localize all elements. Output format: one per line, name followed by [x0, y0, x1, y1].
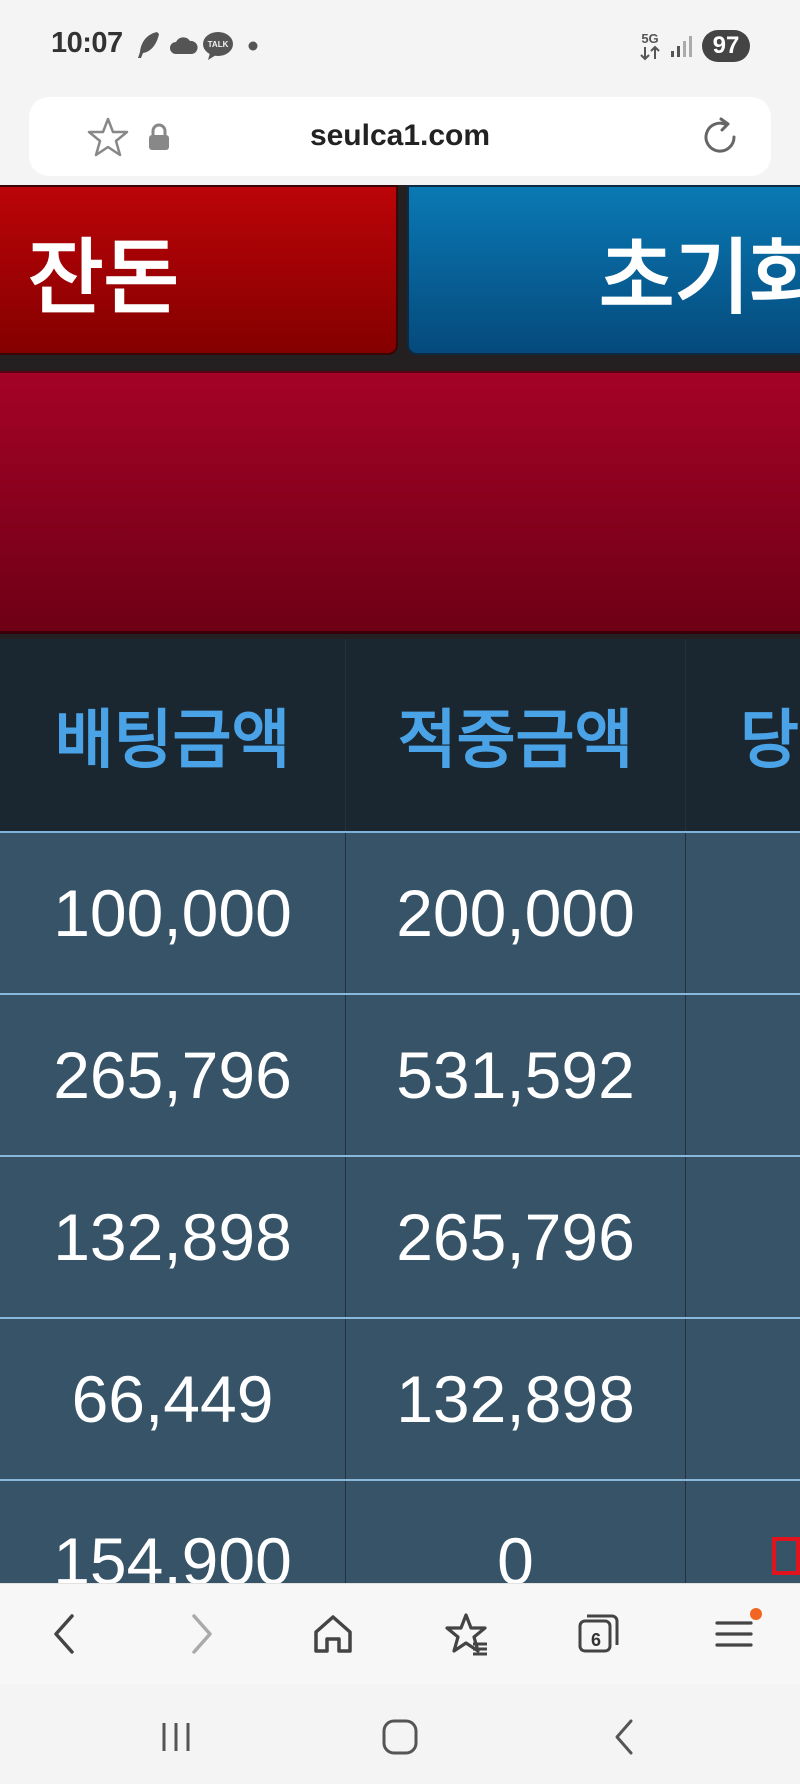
header-win-amount: 적중금액 [346, 639, 686, 831]
reset-button[interactable]: 초기화 [407, 185, 800, 355]
forward-button[interactable] [171, 1604, 231, 1664]
betting-table: 배팅금액 적중금액 당 100,000 200,000 265,796 531,… [0, 639, 800, 1583]
table-row: 66,449 132,898 [0, 1319, 800, 1481]
system-nav-bar [0, 1684, 800, 1784]
table-header-row: 배팅금액 적중금액 당 [0, 639, 800, 833]
back-button[interactable] [35, 1604, 95, 1664]
hamburger-menu-icon [715, 1621, 753, 1647]
status-bar: 10:07 TALK 5G 97 [0, 0, 800, 92]
system-home-button[interactable] [370, 1712, 430, 1762]
web-content: 잔돈 초기화 배팅금액 적중금액 당 100,000 200,000 265,7… [0, 185, 800, 1583]
balance-button[interactable]: 잔돈 [0, 185, 398, 355]
system-back-button[interactable] [594, 1712, 654, 1762]
third-cell [686, 833, 800, 993]
banner [0, 371, 800, 634]
third-cell [686, 995, 800, 1155]
home-button[interactable] [303, 1604, 363, 1664]
tabs-button[interactable]: 6 [569, 1604, 629, 1664]
bet-amount-cell: 66,449 [0, 1319, 346, 1479]
table-row: 154,900 0 [0, 1481, 800, 1583]
header-third: 당 [740, 704, 799, 778]
table-row: 265,796 531,592 [0, 995, 800, 1157]
svg-text:5G: 5G [641, 31, 658, 46]
bookmarks-star-icon [445, 1613, 487, 1656]
home-icon [314, 1615, 352, 1653]
bookmarks-button[interactable] [436, 1604, 496, 1664]
back-chevron-icon [615, 1719, 633, 1755]
table-row: 100,000 200,000 [0, 833, 800, 995]
balance-button-label: 잔돈 [28, 231, 179, 326]
reload-icon[interactable] [697, 114, 743, 160]
win-amount-cell: 265,796 [346, 1157, 686, 1317]
third-cell [686, 1157, 800, 1317]
notification-dot [750, 1608, 762, 1620]
reset-button-label: 초기화 [599, 231, 800, 326]
menu-button[interactable] [704, 1604, 764, 1664]
table-row: 132,898 265,796 [0, 1157, 800, 1319]
red-marker [772, 1537, 800, 1575]
bet-amount-cell: 265,796 [0, 995, 346, 1155]
url-text[interactable]: seulca1.com [29, 119, 771, 153]
bet-amount-cell: 154,900 [0, 1481, 346, 1583]
win-amount-cell: 0 [346, 1481, 686, 1583]
home-square-icon [382, 1719, 418, 1755]
status-time: 10:07 [51, 27, 123, 59]
browser-toolbar: 6 [0, 1583, 800, 1684]
svg-text:TALK: TALK [208, 40, 229, 49]
win-amount-cell: 132,898 [346, 1319, 686, 1479]
tab-count: 6 [590, 1630, 601, 1650]
cloud-icon [170, 37, 198, 54]
signal-icon [671, 36, 692, 57]
third-cell [686, 1319, 800, 1479]
chevron-right-icon [192, 1614, 212, 1654]
bet-amount-cell: 132,898 [0, 1157, 346, 1317]
battery-badge: 97 [702, 30, 750, 62]
recent-apps-icon [162, 1723, 190, 1751]
recent-apps-button[interactable] [146, 1712, 206, 1762]
win-amount-cell: 531,592 [346, 995, 686, 1155]
feather-icon [138, 32, 159, 58]
talk-icon: TALK [203, 32, 233, 60]
win-amount-cell: 200,000 [346, 833, 686, 993]
header-bet-amount: 배팅금액 [0, 639, 346, 831]
url-bar[interactable]: seulca1.com [29, 97, 771, 176]
network-5g-icon: 5G [640, 31, 660, 61]
chevron-left-icon [54, 1614, 74, 1654]
dot-icon [248, 41, 258, 51]
bet-amount-cell: 100,000 [0, 833, 346, 993]
